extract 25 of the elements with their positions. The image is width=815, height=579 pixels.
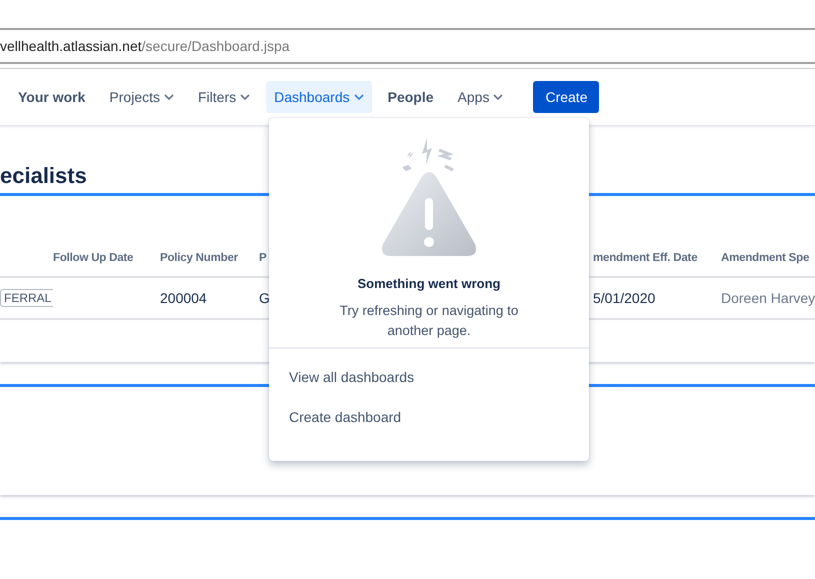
url-host: vellhealth.atlassian.net [0, 38, 142, 54]
url-path: /secure/Dashboard.jspa [142, 38, 290, 54]
chevron-down-icon [493, 94, 504, 100]
column-header: Amendment Spe [721, 252, 815, 278]
dashboard-title: ecialists [0, 162, 88, 190]
create-button[interactable]: Create [533, 81, 600, 113]
column-header: Follow Up Date [53, 252, 160, 278]
status-lozenge: FERRAL [0, 289, 53, 307]
column-header: Policy Number [160, 252, 259, 278]
nav-menu-tab[interactable]: Filters [190, 81, 258, 113]
error-title: Something went wrong [358, 276, 500, 291]
nav-menu-tab[interactable]: Projects [101, 81, 182, 113]
menu-item[interactable]: Create dashboard [269, 397, 589, 437]
nav-link[interactable]: People [380, 81, 442, 113]
table-cell: 5/01/2020 [593, 278, 721, 320]
chevron-down-icon [164, 94, 174, 100]
chevron-down-icon [240, 94, 250, 100]
chevron-down-icon [354, 94, 364, 100]
menu-item[interactable]: View all dashboards [269, 357, 589, 397]
nav-link[interactable]: Your work [10, 81, 94, 113]
table-cell: Doreen Harvey [721, 278, 815, 320]
nav-menu-tab[interactable]: Dashboards [266, 81, 372, 113]
nav-menu-tab[interactable]: Apps [450, 81, 512, 113]
column-header: mendment Eff. Date [593, 252, 721, 278]
table-cell: 200004 [160, 278, 259, 320]
